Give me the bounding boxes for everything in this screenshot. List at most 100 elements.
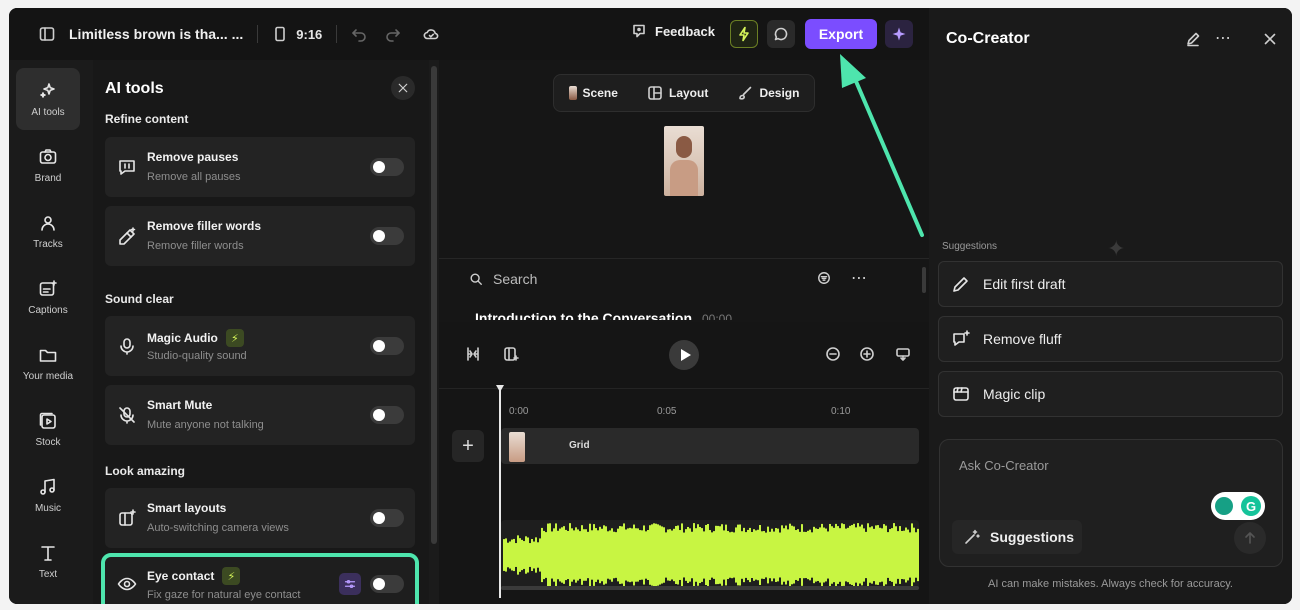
- panel-scrollbar[interactable]: [430, 60, 438, 550]
- ruler-tick: 0:05: [657, 406, 677, 417]
- tool-card-remove-pauses[interactable]: Remove pauses Remove all pauses: [105, 137, 415, 197]
- waveform-bar: [881, 528, 883, 582]
- rail-item-brand[interactable]: Brand: [16, 134, 80, 196]
- suggestion-edit-first-draft[interactable]: Edit first draft: [938, 261, 1283, 307]
- waveform-bar: [763, 531, 765, 579]
- rail-item-your-media[interactable]: Your media: [16, 332, 80, 394]
- waveform-bar: [913, 527, 915, 583]
- undo-icon[interactable]: [351, 26, 367, 42]
- add-track-button[interactable]: +: [452, 430, 484, 462]
- rail-item-text[interactable]: Text: [16, 530, 80, 592]
- tool-card-smart-layouts[interactable]: Smart layouts Auto-switching camera view…: [105, 488, 415, 548]
- tool-card-eye-contact[interactable]: Eye contact ⚡ Fix gaze for natural eye co…: [101, 553, 419, 604]
- remove-filler-words-toggle[interactable]: [370, 227, 404, 245]
- waveform-bar: [855, 527, 857, 583]
- send-button[interactable]: [1234, 522, 1266, 554]
- sidebar-toggle-icon[interactable]: [39, 26, 55, 42]
- waveform-bar: [727, 530, 729, 580]
- ruler-tick: 0:00: [509, 406, 529, 417]
- eraser-icon: [117, 226, 137, 246]
- filter-icon[interactable]: [817, 271, 831, 285]
- waveform-bar: [563, 526, 565, 584]
- audio-waveform-track[interactable]: [501, 520, 919, 590]
- waveform-bar: [623, 523, 625, 587]
- waveform-bar: [531, 539, 533, 571]
- waveform-bar: [775, 528, 777, 582]
- close-panel-button[interactable]: [391, 76, 415, 100]
- rail-item-music[interactable]: Music: [16, 464, 80, 526]
- text-icon: [41, 545, 55, 561]
- waveform-bar: [821, 523, 823, 587]
- playhead[interactable]: [499, 388, 501, 598]
- add-layout-icon[interactable]: [503, 346, 519, 362]
- edit-icon[interactable]: [1185, 31, 1201, 47]
- remove-pauses-toggle[interactable]: [370, 158, 404, 176]
- comments-button[interactable]: [767, 20, 795, 48]
- aspect-ratio-button[interactable]: 9:16: [272, 26, 322, 42]
- video-track-clip[interactable]: Grid: [501, 428, 919, 464]
- waveform-bar: [777, 528, 779, 582]
- tab-layout[interactable]: Layout: [647, 85, 708, 101]
- transcript-heading[interactable]: Introduction to the Conversation 00:00: [475, 310, 732, 320]
- playhead-handle[interactable]: [496, 385, 504, 392]
- waveform-bar: [905, 527, 907, 583]
- chat-bubble-icon: [773, 26, 789, 42]
- waveform-bar: [649, 525, 651, 585]
- fit-timeline-icon[interactable]: [895, 346, 911, 362]
- waveform-bar: [533, 541, 535, 569]
- video-preview[interactable]: [664, 126, 704, 196]
- scene-thumbnail-icon: [568, 86, 577, 100]
- close-icon[interactable]: [1262, 31, 1278, 47]
- tool-card-remove-filler-words[interactable]: Remove filler words Remove filler words: [105, 206, 415, 266]
- waveform-bar: [765, 532, 767, 578]
- project-title[interactable]: Limitless brown is tha... ...: [69, 26, 243, 42]
- smart-mute-toggle[interactable]: [370, 406, 404, 424]
- rail-item-tracks[interactable]: Tracks: [16, 200, 80, 262]
- more-options-icon[interactable]: ⋯: [1215, 28, 1231, 48]
- tab-scene[interactable]: Scene: [568, 86, 618, 100]
- waveform-bar: [767, 526, 769, 584]
- sparkle-icon: [891, 26, 907, 42]
- grammarly-widget[interactable]: G: [1211, 492, 1265, 520]
- waveform-bar: [697, 524, 699, 586]
- search-input[interactable]: Search: [493, 271, 537, 287]
- zoom-in-icon[interactable]: [859, 346, 875, 362]
- waveform-bar: [609, 530, 611, 580]
- redo-icon[interactable]: [385, 26, 401, 42]
- scrollbar-thumb[interactable]: [431, 66, 437, 544]
- tool-card-magic-audio[interactable]: Magic Audio ⚡ Studio-quality sound: [105, 316, 415, 376]
- eye-contact-settings-button[interactable]: [339, 573, 361, 595]
- magic-audio-toggle[interactable]: [370, 337, 404, 355]
- tool-card-smart-mute[interactable]: Smart Mute Mute anyone not talking: [105, 385, 415, 445]
- timeline-scrollbar[interactable]: [501, 586, 919, 590]
- waveform-bar: [671, 530, 673, 580]
- rail-item-captions[interactable]: Captions: [16, 266, 80, 328]
- more-options-icon[interactable]: ⋯: [851, 268, 867, 288]
- co-creator-toggle-button[interactable]: [885, 20, 913, 48]
- play-button[interactable]: [669, 340, 699, 370]
- waveform-bar: [599, 526, 601, 584]
- magic-wand-icon: [964, 529, 980, 545]
- ask-input[interactable]: Ask Co-Creator: [959, 458, 1049, 473]
- waveform-bar: [675, 526, 677, 584]
- smart-layouts-toggle[interactable]: [370, 509, 404, 527]
- waveform-bar: [621, 526, 623, 584]
- suggestion-remove-fluff[interactable]: Remove fluff: [938, 316, 1283, 362]
- feedback-button[interactable]: Feedback: [631, 23, 715, 39]
- split-icon[interactable]: [465, 346, 481, 362]
- eye-contact-toggle[interactable]: [370, 575, 404, 593]
- waveform-bar: [839, 528, 841, 582]
- waveform-bar: [629, 527, 631, 583]
- waveform-bar: [679, 530, 681, 580]
- zoom-out-icon[interactable]: [825, 346, 841, 362]
- suggestion-magic-clip[interactable]: Magic clip: [938, 371, 1283, 417]
- rail-item-stock[interactable]: Stock: [16, 398, 80, 460]
- transcript-scrollbar[interactable]: [922, 267, 926, 293]
- phone-icon: [272, 26, 288, 42]
- suggestions-button[interactable]: Suggestions: [952, 520, 1082, 554]
- cloud-sync-icon[interactable]: [423, 26, 439, 42]
- export-button[interactable]: Export: [805, 19, 877, 49]
- boost-button[interactable]: [730, 20, 758, 48]
- rail-item-ai-tools[interactable]: AI tools: [16, 68, 80, 130]
- tab-design[interactable]: Design: [737, 85, 799, 101]
